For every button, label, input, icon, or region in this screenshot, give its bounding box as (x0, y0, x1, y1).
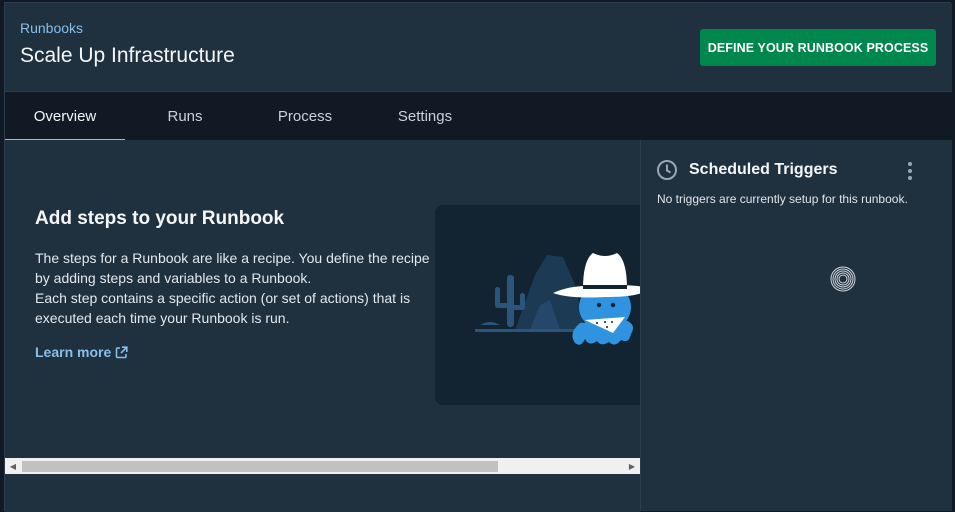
loading-spinner-icon (830, 266, 856, 292)
main-footer-space (5, 474, 640, 512)
no-triggers-message: No triggers are currently setup for this… (657, 192, 908, 206)
learn-more-label: Learn more (35, 344, 112, 360)
onboarding-title: Add steps to your Runbook (35, 208, 285, 229)
tab-label: Runs (167, 107, 203, 125)
page-header: Runbooks Scale Up Infrastructure DEFINE … (5, 3, 952, 91)
scheduled-triggers-title: Scheduled Triggers (689, 161, 838, 178)
clock-icon (657, 160, 677, 180)
onboarding-paragraph: Each step contains a specific action (or… (35, 290, 411, 326)
octopus-cowboy-image (475, 253, 640, 345)
scrollbar-thumb[interactable] (22, 461, 498, 472)
tab-runs[interactable]: Runs (125, 92, 245, 140)
onboarding-panel: Add steps to your Runbook The steps for … (5, 140, 640, 458)
tab-bar: Overview Runs Process Settings (5, 91, 952, 141)
tab-overview[interactable]: Overview (5, 92, 125, 141)
onboarding-paragraph: The steps for a Runbook are like a recip… (35, 250, 430, 286)
external-link-icon (115, 345, 128, 358)
define-runbook-process-button[interactable]: DEFINE YOUR RUNBOOK PROCESS (700, 29, 936, 66)
runbook-page: Runbooks Scale Up Infrastructure DEFINE … (4, 2, 952, 512)
tab-process[interactable]: Process (245, 92, 365, 140)
tab-settings[interactable]: Settings (365, 92, 485, 140)
horizontal-scrollbar[interactable]: ◀ ▶ (5, 458, 640, 474)
learn-more-link[interactable]: Learn more (35, 344, 128, 360)
octopus-illustration (435, 205, 640, 405)
tab-label: Overview (33, 107, 97, 125)
scroll-left-arrow-icon[interactable]: ◀ (5, 458, 21, 474)
more-vertical-icon[interactable] (903, 160, 917, 182)
tab-label: Process (277, 107, 333, 125)
page-title: Scale Up Infrastructure (20, 44, 235, 67)
onboarding-description: The steps for a Runbook are like a recip… (35, 248, 430, 328)
scroll-right-arrow-icon[interactable]: ▶ (624, 458, 640, 474)
scheduled-triggers-panel: Scheduled Triggers No triggers are curre… (640, 140, 952, 511)
breadcrumb-runbooks[interactable]: Runbooks (20, 20, 83, 36)
tab-label: Settings (397, 107, 453, 125)
